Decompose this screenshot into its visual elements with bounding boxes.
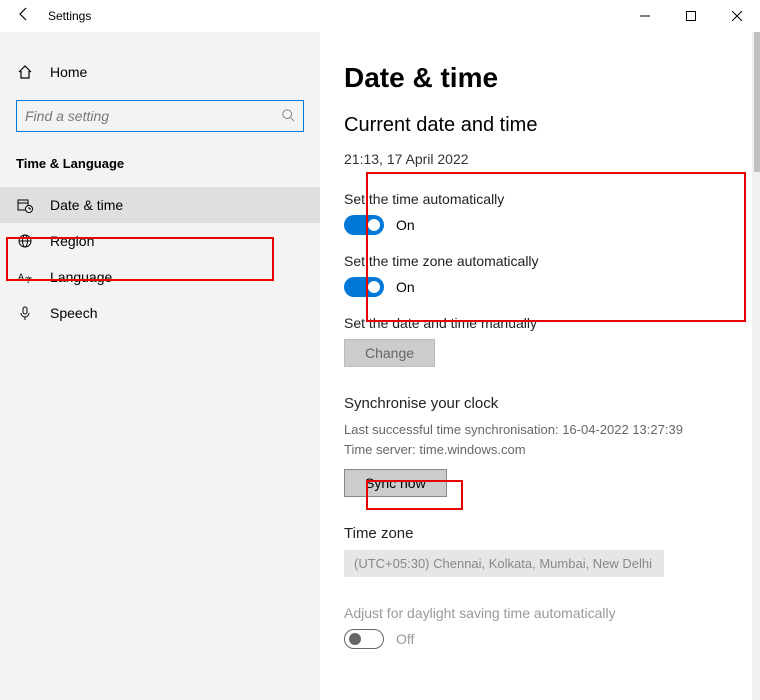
sidebar-item-label: Language [50, 269, 112, 285]
change-button[interactable]: Change [344, 339, 435, 367]
sync-server-info: Time server: time.windows.com [344, 440, 736, 460]
svg-text:A: A [18, 272, 24, 282]
maximize-button[interactable] [668, 0, 714, 32]
sidebar-item-date-time[interactable]: Date & time [0, 187, 320, 223]
dst-state: Off [396, 631, 414, 647]
search-input[interactable] [25, 108, 281, 124]
current-datetime-value: 21:13, 17 April 2022 [344, 151, 736, 167]
sidebar-item-region[interactable]: Region [0, 223, 320, 259]
sidebar-item-label: Date & time [50, 197, 123, 213]
scrollbar-thumb[interactable] [754, 32, 760, 172]
dst-label: Adjust for daylight saving time automati… [344, 605, 736, 621]
section-current-datetime: Current date and time [344, 114, 736, 137]
sidebar-item-label: Region [50, 233, 94, 249]
titlebar: Settings [0, 0, 760, 32]
timezone-heading: Time zone [344, 525, 736, 542]
sidebar-section-label: Time & Language [0, 156, 320, 187]
microphone-icon [16, 305, 34, 321]
page-title: Date & time [344, 62, 736, 94]
back-button[interactable] [0, 6, 48, 27]
sidebar-item-label: Speech [50, 305, 97, 321]
search-icon [281, 108, 295, 125]
auto-time-state: On [396, 217, 415, 233]
search-input-container[interactable] [16, 100, 304, 132]
minimize-button[interactable] [622, 0, 668, 32]
globe-icon [16, 233, 34, 249]
manual-datetime-label: Set the date and time manually [344, 315, 736, 331]
sidebar-item-speech[interactable]: Speech [0, 295, 320, 331]
window-title: Settings [48, 9, 91, 23]
sync-heading: Synchronise your clock [344, 395, 736, 412]
timezone-select[interactable]: (UTC+05:30) Chennai, Kolkata, Mumbai, Ne… [344, 550, 664, 577]
auto-tz-label: Set the time zone automatically [344, 253, 736, 269]
home-icon [16, 64, 34, 80]
auto-tz-toggle[interactable] [344, 277, 384, 297]
nav-home-label: Home [50, 64, 87, 80]
close-button[interactable] [714, 0, 760, 32]
sync-now-button[interactable]: Sync now [344, 469, 447, 497]
auto-time-label: Set the time automatically [344, 191, 736, 207]
sidebar-item-language[interactable]: A字 Language [0, 259, 320, 295]
language-icon: A字 [16, 269, 34, 285]
main-content: Date & time Current date and time 21:13,… [320, 32, 760, 700]
auto-tz-state: On [396, 279, 415, 295]
auto-time-toggle[interactable] [344, 215, 384, 235]
sidebar: Home Time & Language Date & time Region … [0, 32, 320, 700]
sync-last-info: Last successful time synchronisation: 16… [344, 420, 736, 440]
nav-home[interactable]: Home [0, 56, 320, 88]
calendar-clock-icon [16, 197, 34, 213]
dst-toggle [344, 629, 384, 649]
svg-text:字: 字 [25, 275, 32, 284]
